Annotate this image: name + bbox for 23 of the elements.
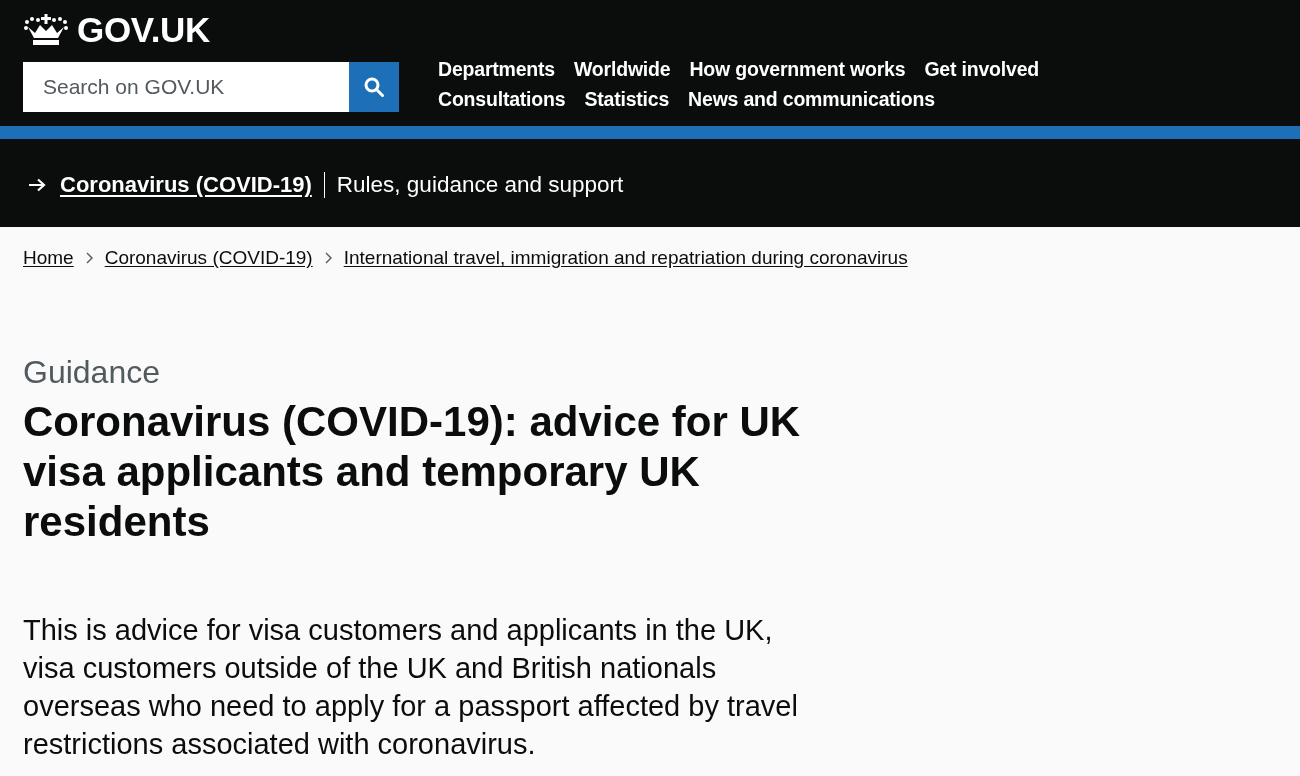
nav-link[interactable]: Get involved — [924, 57, 1040, 81]
breadcrumb-link[interactable]: International travel, immigration and repatriation during coronavirus — [343, 246, 908, 270]
nav-link[interactable]: Worldwide — [574, 57, 671, 81]
search-icon — [364, 77, 384, 97]
page-caption: Guidance — [23, 354, 160, 390]
lead-paragraph: This is advice for visa customers and applicants in the UK, visa customers outside of the UK and British nationals overseas who need to apply for a passport affected by travel restrictions associated with coronavirus. — [23, 613, 799, 762]
crown-icon — [23, 14, 69, 46]
site-logo[interactable]: GOV.UK — [77, 13, 211, 47]
search-button[interactable] — [349, 62, 399, 112]
nav-link[interactable]: News and communications — [688, 87, 935, 111]
nav-link[interactable]: How government works — [689, 57, 906, 81]
nav-link[interactable]: Statistics — [584, 87, 670, 111]
nav-link[interactable]: Consultations — [438, 87, 566, 111]
chevron-icon — [324, 252, 332, 264]
arrow-icon — [28, 178, 46, 192]
nav-link[interactable]: Departments — [438, 57, 555, 81]
search-field[interactable]: Search on GOV.UK — [23, 62, 349, 112]
banner-text: Rules, guidance and support — [336, 171, 624, 199]
breadcrumb-link[interactable]: Coronavirus (COVID-19) — [104, 246, 313, 270]
coronavirus-link[interactable]: Coronavirus (COVID-19) — [60, 171, 312, 199]
breadcrumb-link[interactable]: Home — [23, 246, 74, 270]
page-title: Coronavirus (COVID-19): advice for UK visa applicants and temporary UK residents — [23, 397, 802, 547]
chevron-icon — [85, 252, 93, 264]
